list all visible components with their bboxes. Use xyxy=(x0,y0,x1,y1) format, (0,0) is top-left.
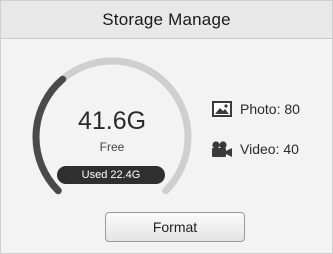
free-space-label: Free xyxy=(99,140,125,154)
photo-count-label: Photo: 80 xyxy=(240,101,300,117)
free-space-value: 41.6G xyxy=(77,107,147,135)
used-space-badge: Used 22.4G xyxy=(57,166,165,184)
video-count-label: Video: 40 xyxy=(240,141,299,157)
used-space-label: Used 22.4G xyxy=(81,169,141,181)
video-count-row: Video: 40 xyxy=(211,140,299,158)
header-bar: Storage Manage xyxy=(1,1,332,39)
image-icon xyxy=(211,100,233,118)
storage-manage-panel: Storage Manage 41.6G Free Used 22.4G Pho… xyxy=(0,0,333,254)
video-camera-icon xyxy=(211,140,233,158)
format-button-label: Format xyxy=(152,219,198,235)
format-button[interactable]: Format xyxy=(105,212,245,242)
page-title: Storage Manage xyxy=(102,9,231,29)
photo-count-row: Photo: 80 xyxy=(211,100,300,118)
